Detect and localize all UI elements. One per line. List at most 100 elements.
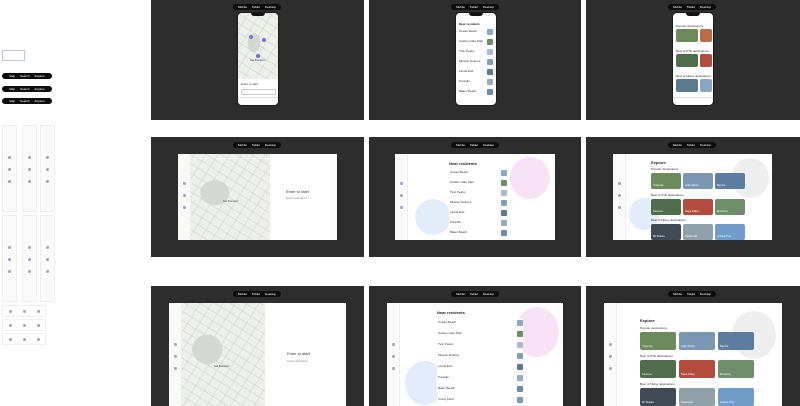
list-item[interactable]: Presidio — [459, 80, 470, 83]
toggle-desktop[interactable]: Desktop — [483, 5, 494, 9]
explore-icon[interactable] — [183, 206, 186, 209]
destination-card[interactable]: Sonoma — [651, 199, 681, 215]
search-icon[interactable] — [392, 355, 395, 358]
list-item[interactable]: Twin Peaks — [459, 50, 474, 53]
list-item[interactable]: Mission Dolores — [459, 60, 480, 63]
list-item[interactable]: Baker Beach — [438, 387, 455, 390]
list-item[interactable]: Presidio — [438, 376, 449, 379]
list-item[interactable]: Twin Peaks — [450, 191, 465, 194]
map-view[interactable] — [169, 303, 265, 406]
device-toggle[interactable]: Mobile Tablet Desktop — [668, 142, 716, 148]
destination-card[interactable]: Monterey — [715, 199, 745, 215]
list-item[interactable]: Golden Gate Park — [450, 181, 474, 184]
device-toggle[interactable]: Mobile Tablet Desktop — [668, 4, 716, 10]
search-field-preview[interactable] — [2, 50, 25, 61]
list-item[interactable]: Golden Gate Park — [459, 40, 483, 43]
device-toggle[interactable]: Mobile Tablet Desktop — [233, 142, 281, 148]
toggle-mobile[interactable]: Mobile — [673, 292, 682, 296]
list-item[interactable]: Twin Peaks — [438, 343, 453, 346]
list-item[interactable]: Presidio — [450, 221, 461, 224]
toggle-mobile[interactable]: Mobile — [238, 5, 247, 9]
toggle-tablet[interactable]: Tablet — [252, 292, 260, 296]
toggle-mobile[interactable]: Mobile — [456, 5, 465, 9]
destination-card[interactable] — [676, 54, 698, 67]
destination-card[interactable]: Lake Tahoe — [679, 332, 715, 350]
toggle-mobile[interactable]: Mobile — [673, 143, 682, 147]
toggle-desktop[interactable]: Desktop — [265, 5, 276, 9]
toggle-desktop[interactable]: Desktop — [483, 143, 494, 147]
destination-card[interactable]: Redwoods — [683, 224, 713, 240]
toggle-desktop[interactable]: Desktop — [700, 143, 711, 147]
list-item[interactable]: Ocean Beach — [438, 321, 456, 324]
toggle-desktop[interactable]: Desktop — [700, 5, 711, 9]
toggle-mobile[interactable]: Mobile — [238, 143, 247, 147]
device-toggle[interactable]: Mobile Tablet Desktop — [233, 291, 281, 297]
map-icon[interactable] — [183, 182, 186, 185]
list-item[interactable]: Lands End — [450, 211, 464, 214]
list-item[interactable]: Lands End — [459, 70, 473, 73]
search-icon[interactable] — [618, 194, 621, 197]
map-icon[interactable] — [392, 343, 395, 346]
map-icon[interactable] — [174, 343, 177, 346]
map-view[interactable] — [238, 13, 278, 79]
destination-card[interactable]: Napa Valley — [679, 360, 715, 378]
destination-card[interactable]: Big Sur — [718, 332, 754, 350]
explore-icon[interactable] — [609, 367, 612, 370]
destination-card[interactable]: Big Sur — [715, 173, 745, 189]
device-toggle[interactable]: Mobile Tablet Desktop — [451, 4, 499, 10]
toggle-tablet[interactable]: Tablet — [687, 143, 695, 147]
destination-card[interactable]: Joshua Tree — [715, 224, 745, 240]
device-toggle[interactable]: Mobile Tablet Desktop — [668, 291, 716, 297]
destination-card[interactable]: Yosemite — [640, 332, 676, 350]
search-input[interactable] — [241, 89, 276, 95]
toggle-tablet[interactable]: Tablet — [470, 5, 478, 9]
list-item[interactable]: Baker Beach — [459, 90, 476, 93]
toggle-desktop[interactable]: Desktop — [265, 292, 276, 296]
list-item[interactable]: Crissy Field — [438, 398, 454, 401]
map-view[interactable] — [178, 154, 270, 240]
device-toggle[interactable]: Mobile Tablet Desktop — [451, 142, 499, 148]
device-toggle[interactable]: Mobile Tablet Desktop — [451, 291, 499, 297]
toggle-mobile[interactable]: Mobile — [456, 143, 465, 147]
toggle-mobile[interactable]: Mobile — [238, 292, 247, 296]
destination-card[interactable]: Napa Valley — [683, 199, 713, 215]
destination-card[interactable] — [676, 29, 698, 42]
map-pin-icon[interactable] — [256, 54, 260, 58]
destination-card[interactable]: Lake Tahoe — [683, 173, 713, 189]
explore-icon[interactable] — [392, 367, 395, 370]
list-item[interactable]: Ocean Beach — [450, 171, 468, 174]
toggle-desktop[interactable]: Desktop — [700, 292, 711, 296]
search-icon[interactable] — [183, 194, 186, 197]
list-item[interactable]: Baker Beach — [450, 231, 467, 234]
destination-card[interactable]: Sonoma — [640, 360, 676, 378]
toggle-tablet[interactable]: Tablet — [470, 143, 478, 147]
toggle-tablet[interactable]: Tablet — [252, 5, 260, 9]
map-icon[interactable] — [400, 182, 403, 185]
map-pin-icon[interactable] — [249, 35, 253, 39]
toggle-mobile[interactable]: Mobile — [456, 292, 465, 296]
list-item[interactable]: Lands End — [438, 365, 452, 368]
destination-card[interactable]: Monterey — [718, 360, 754, 378]
toggle-tablet[interactable]: Tablet — [687, 5, 695, 9]
toggle-desktop[interactable]: Desktop — [483, 292, 494, 296]
device-toggle[interactable]: Mobile Tablet Desktop — [233, 4, 281, 10]
search-icon[interactable] — [174, 355, 177, 358]
map-icon[interactable] — [618, 182, 621, 185]
list-item[interactable]: Ocean Beach — [459, 30, 477, 33]
toggle-tablet[interactable]: Tablet — [687, 292, 695, 296]
toggle-mobile[interactable]: Mobile — [673, 5, 682, 9]
destination-card[interactable]: Mt Shasta — [640, 388, 676, 406]
search-icon[interactable] — [400, 194, 403, 197]
destination-card[interactable] — [676, 79, 698, 92]
destination-card[interactable] — [700, 79, 712, 92]
list-item[interactable]: Mission Dolores — [438, 354, 459, 357]
map-pin-icon[interactable] — [262, 38, 266, 42]
toggle-pill-3[interactable]: Map Search Explore — [2, 98, 52, 104]
toggle-pill-2[interactable]: Map Search Explore — [2, 86, 52, 92]
destination-card[interactable]: Joshua Tree — [718, 388, 754, 406]
explore-icon[interactable] — [174, 367, 177, 370]
explore-icon[interactable] — [618, 206, 621, 209]
search-icon[interactable] — [609, 355, 612, 358]
destination-card[interactable] — [700, 54, 712, 67]
toggle-tablet[interactable]: Tablet — [252, 143, 260, 147]
